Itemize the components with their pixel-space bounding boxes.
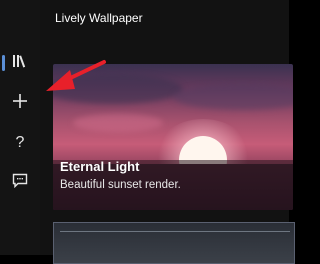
annotation-arrow-icon xyxy=(46,60,106,91)
